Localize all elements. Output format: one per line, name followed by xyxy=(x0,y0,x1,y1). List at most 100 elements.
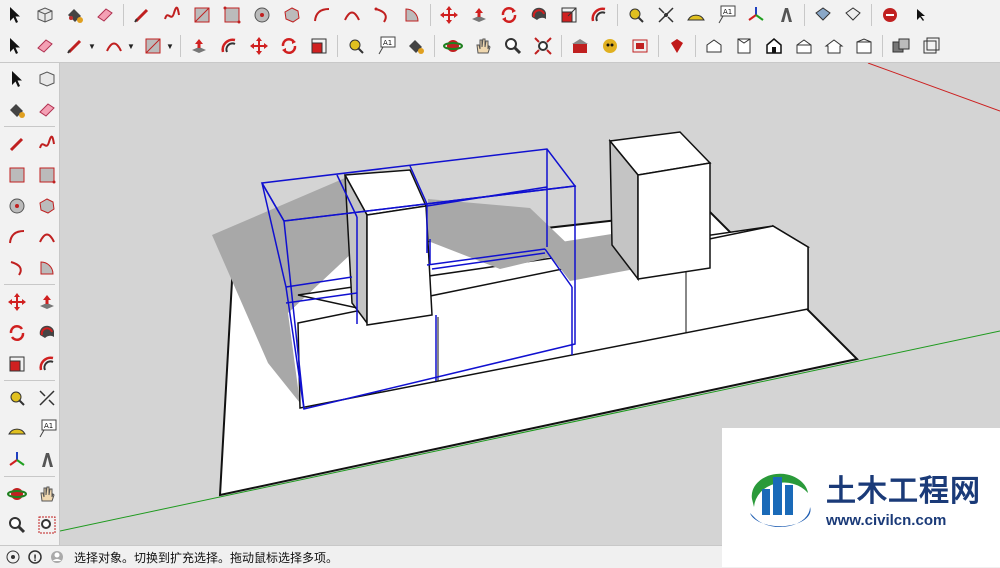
pencil-icon-2[interactable] xyxy=(63,34,87,58)
arc-icon-2[interactable] xyxy=(102,34,126,58)
credits-icon[interactable]: ! xyxy=(26,548,44,566)
arc-dropdown-chevron-icon[interactable]: ▼ xyxy=(126,42,136,51)
push-pull-icon-3[interactable] xyxy=(35,290,59,314)
tape-measure-icon-2[interactable] xyxy=(344,34,368,58)
select-tool-icon-3[interactable] xyxy=(5,67,29,91)
rotate-icon-2[interactable] xyxy=(277,34,301,58)
orbit-icon[interactable] xyxy=(441,34,465,58)
protractor-icon[interactable] xyxy=(684,3,708,27)
axes-icon[interactable] xyxy=(744,3,768,27)
eraser-icon-3[interactable] xyxy=(35,98,59,122)
right-view-icon[interactable] xyxy=(792,34,816,58)
extension-warehouse-icon[interactable] xyxy=(598,34,622,58)
scale-icon-2[interactable] xyxy=(307,34,331,58)
freehand-icon[interactable] xyxy=(160,3,184,27)
pencil-dropdown-chevron-icon[interactable]: ▼ xyxy=(87,42,97,51)
two-point-arc-icon-2[interactable] xyxy=(35,225,59,249)
eraser-icon[interactable] xyxy=(93,3,117,27)
push-pull-icon-2[interactable] xyxy=(187,34,211,58)
front-view-icon[interactable] xyxy=(762,34,786,58)
tape-measure-icon[interactable] xyxy=(624,3,648,27)
share-model-icon[interactable] xyxy=(628,34,652,58)
pointer-icon[interactable] xyxy=(908,3,932,27)
sandbox-from-scratch-icon[interactable] xyxy=(841,3,865,27)
text-icon-3[interactable]: A1 xyxy=(35,417,59,441)
pie-icon-2[interactable] xyxy=(35,256,59,280)
3d-text-icon[interactable] xyxy=(774,3,798,27)
move-icon[interactable] xyxy=(437,3,461,27)
rotate-icon[interactable] xyxy=(497,3,521,27)
zoom-icon[interactable] xyxy=(501,34,525,58)
3d-text-icon-2[interactable] xyxy=(35,448,59,472)
component-icon-2[interactable] xyxy=(35,67,59,91)
protractor-icon-2[interactable] xyxy=(5,417,29,441)
warehouse-icon[interactable] xyxy=(568,34,592,58)
three-point-arc-icon[interactable] xyxy=(370,3,394,27)
select-tool-icon-2[interactable] xyxy=(3,34,27,58)
two-point-arc-icon[interactable] xyxy=(340,3,364,27)
arc-icon[interactable] xyxy=(310,3,334,27)
orbit-icon-2[interactable] xyxy=(5,482,29,506)
scale-icon[interactable] xyxy=(557,3,581,27)
axes-icon-2[interactable] xyxy=(5,448,29,472)
offset-icon[interactable] xyxy=(587,3,611,27)
pie-icon[interactable] xyxy=(400,3,424,27)
offset-icon-3[interactable] xyxy=(35,352,59,376)
circle-icon-2[interactable] xyxy=(5,194,29,218)
ruby-console-icon[interactable] xyxy=(665,34,689,58)
push-pull-icon[interactable] xyxy=(467,3,491,27)
scale-icon-3[interactable] xyxy=(5,352,29,376)
zoom-window-icon[interactable] xyxy=(35,513,59,537)
pan-hand-icon[interactable] xyxy=(471,34,495,58)
tape-measure-icon-3[interactable] xyxy=(5,386,29,410)
follow-me-icon-2[interactable] xyxy=(35,321,59,345)
three-point-arc-icon-2[interactable] xyxy=(5,256,29,280)
arc-icon-3[interactable] xyxy=(5,225,29,249)
dimension-icon[interactable] xyxy=(654,3,678,27)
move-icon-2[interactable] xyxy=(247,34,271,58)
rotated-rectangle-icon-2[interactable] xyxy=(35,163,59,187)
rotate-icon-3[interactable] xyxy=(5,321,29,345)
rectangle-icon[interactable] xyxy=(190,3,214,27)
zoom-extents-icon[interactable] xyxy=(531,34,555,58)
walk-icon[interactable] xyxy=(878,3,902,27)
iso-view-icon[interactable] xyxy=(702,34,726,58)
left-view-icon[interactable] xyxy=(852,34,876,58)
freehand-icon-2[interactable] xyxy=(35,132,59,156)
paint-bucket-icon-3[interactable] xyxy=(5,98,29,122)
sandbox-icon[interactable] xyxy=(811,3,835,27)
wireframe-style-icon[interactable] xyxy=(919,34,943,58)
svg-text:A1: A1 xyxy=(44,422,53,430)
top-toolbar-row-1: A1 xyxy=(0,0,1000,31)
paint-bucket-icon[interactable] xyxy=(63,3,87,27)
text-icon[interactable]: A1 xyxy=(714,3,738,27)
text-icon-2[interactable]: A1 xyxy=(374,34,398,58)
back-view-icon[interactable] xyxy=(822,34,846,58)
select-tool-icon[interactable] xyxy=(3,3,27,27)
pencil-icon[interactable] xyxy=(130,3,154,27)
component-icon[interactable] xyxy=(33,3,57,27)
follow-me-icon[interactable] xyxy=(527,3,551,27)
watermark-site-name: 土木工程网 xyxy=(826,474,981,509)
rectangle-icon-2[interactable] xyxy=(141,34,165,58)
paint-bucket-icon-2[interactable] xyxy=(404,34,428,58)
polygon-icon[interactable] xyxy=(280,3,304,27)
circle-icon[interactable] xyxy=(250,3,274,27)
polygon-icon-2[interactable] xyxy=(35,194,59,218)
move-icon-3[interactable] xyxy=(5,290,29,314)
user-account-icon[interactable] xyxy=(48,548,66,566)
top-view-icon[interactable] xyxy=(732,34,756,58)
pencil-icon-3[interactable] xyxy=(5,132,29,156)
pan-hand-icon-2[interactable] xyxy=(35,482,59,506)
left-toolbar: A1 xyxy=(0,63,60,545)
geo-location-icon[interactable] xyxy=(4,548,22,566)
offset-icon-2[interactable] xyxy=(217,34,241,58)
svg-text:!: ! xyxy=(33,554,37,564)
rectangle-dropdown-chevron-icon[interactable]: ▼ xyxy=(165,42,175,51)
rectangle-icon-3[interactable] xyxy=(5,163,29,187)
dimension-icon-2[interactable] xyxy=(35,386,59,410)
rotated-rectangle-icon[interactable] xyxy=(220,3,244,27)
xray-style-icon[interactable] xyxy=(889,34,913,58)
eraser-icon-2[interactable] xyxy=(33,34,57,58)
zoom-icon-2[interactable] xyxy=(5,513,29,537)
